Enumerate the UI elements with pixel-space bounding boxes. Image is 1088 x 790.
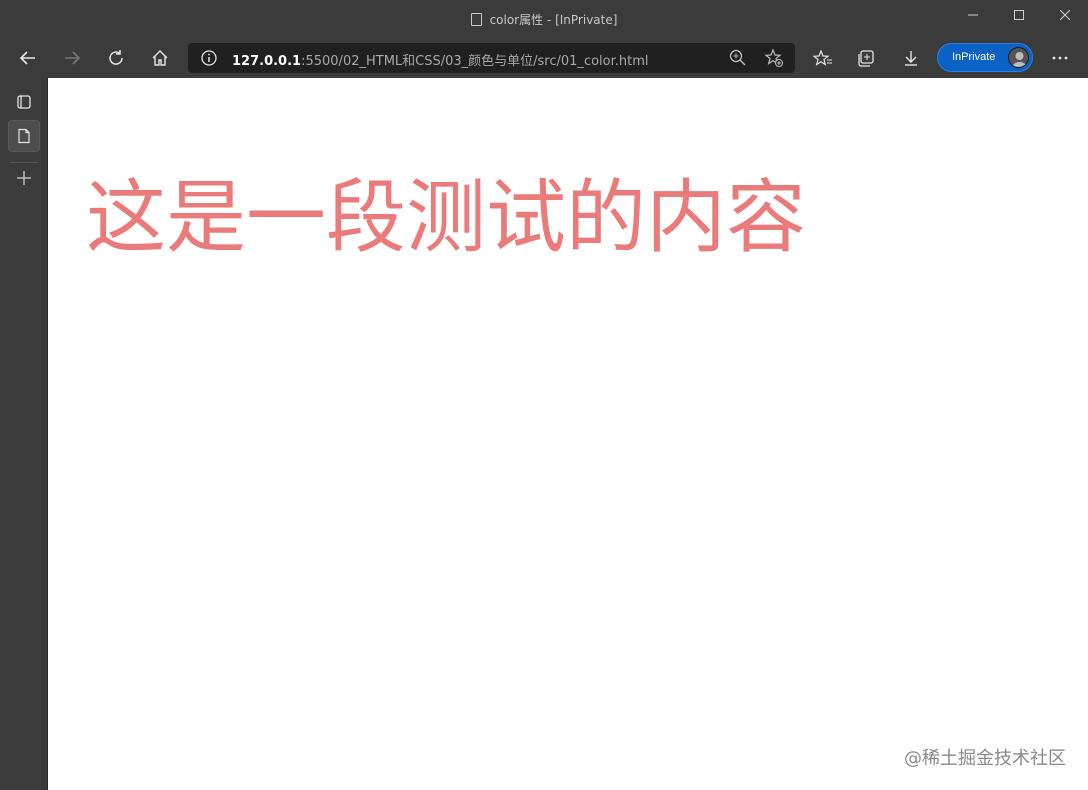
page-icon <box>18 128 30 144</box>
avatar <box>1008 47 1029 68</box>
download-icon <box>905 51 917 66</box>
collections-icon <box>858 50 874 67</box>
arrow-left-icon <box>19 51 35 65</box>
downloads-button[interactable] <box>895 42 927 74</box>
watermark-text: @稀土掘金技术社区 <box>904 748 1066 769</box>
window-controls <box>950 0 1088 30</box>
forward-button[interactable] <box>56 42 88 74</box>
url-path: :5500/02_HTML和CSS/03_颜色与单位/src/01_color.… <box>301 54 649 69</box>
close-icon <box>1060 10 1070 20</box>
vertical-tabs-sidebar <box>0 78 48 790</box>
tab-actions-button[interactable] <box>8 86 40 118</box>
profile-icon <box>1012 52 1027 67</box>
address-bar[interactable]: 127.0.0.1:5500/02_HTML和CSS/03_颜色与单位/src/… <box>188 43 795 73</box>
title-bar: color属性 - [InPrivate] <box>0 0 1088 38</box>
star-add-icon[interactable] <box>764 48 784 68</box>
close-button[interactable] <box>1042 0 1088 30</box>
collections-button[interactable] <box>851 42 883 74</box>
minimize-icon <box>968 14 978 16</box>
maximize-button[interactable] <box>996 0 1042 30</box>
more-button[interactable] <box>1044 42 1076 74</box>
zoom-icon[interactable] <box>728 48 748 68</box>
more-icon <box>1052 56 1068 60</box>
maximize-icon <box>1014 10 1024 20</box>
tab-current-page[interactable] <box>8 120 40 152</box>
info-icon[interactable] <box>200 49 218 67</box>
window-title: color属性 - [InPrivate] <box>489 13 618 27</box>
favorites-button[interactable] <box>807 42 839 74</box>
test-paragraph: 这是一段测试的内容 <box>86 171 806 264</box>
url-host: 127.0.0.1 <box>232 54 302 69</box>
browser-toolbar: 127.0.0.1:5500/02_HTML和CSS/03_颜色与单位/src/… <box>0 38 1088 78</box>
back-button[interactable] <box>12 42 44 74</box>
page-content: 这是一段测试的内容 @稀土掘金技术社区 <box>48 78 1088 790</box>
refresh-button[interactable] <box>100 42 132 74</box>
plus-icon <box>17 171 31 185</box>
arrow-right-icon <box>65 51 81 65</box>
document-icon <box>470 13 482 26</box>
minimize-button[interactable] <box>950 0 996 30</box>
window-title-area: color属性 - [InPrivate] <box>0 11 1088 28</box>
home-button[interactable] <box>144 42 176 74</box>
inprivate-label: InPrivate <box>952 51 996 63</box>
new-tab-button[interactable] <box>8 162 40 194</box>
inprivate-button[interactable]: InPrivate <box>937 43 1033 72</box>
refresh-icon <box>109 50 123 65</box>
home-icon <box>152 50 168 66</box>
url-text[interactable]: 127.0.0.1:5500/02_HTML和CSS/03_颜色与单位/src/… <box>232 50 649 69</box>
tab-actions-icon <box>17 95 31 109</box>
favorites-icon <box>813 49 832 66</box>
